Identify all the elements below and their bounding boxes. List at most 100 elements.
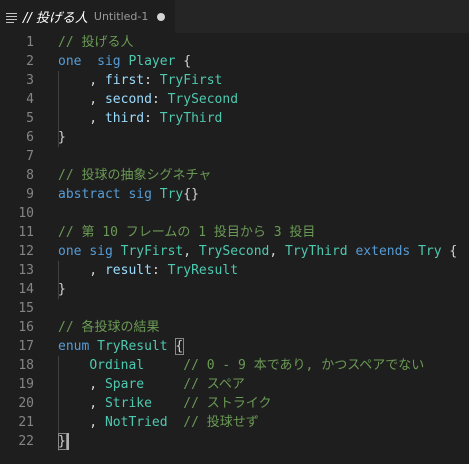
code-token: // 第 10 フレームの 1 投目から 3 投目: [58, 225, 316, 240]
code-token: ,: [58, 396, 105, 411]
indent-guide: [58, 261, 59, 299]
code-token: ,: [58, 73, 105, 88]
code-line[interactable]: 15: [0, 299, 469, 318]
code-text: // 投球の抽象シグネチャ: [58, 166, 211, 185]
code-line[interactable]: 5 , third: TryThird: [0, 109, 469, 128]
code-text: abstract sig Try{}: [58, 185, 199, 204]
code-token: extends: [355, 244, 411, 259]
line-number: 21: [18, 415, 34, 430]
code-token: {: [175, 54, 192, 69]
code-line[interactable]: 10: [0, 204, 469, 223]
code-line[interactable]: 17 enum TryResult {: [0, 337, 469, 356]
code-token: }: [58, 282, 66, 297]
unsaved-dot-icon[interactable]: [157, 12, 166, 21]
code-text: }: [58, 128, 66, 147]
code-line[interactable]: 13 , result: TryResult: [0, 261, 469, 280]
line-number: 20: [18, 396, 34, 411]
code-token: Ordinal: [89, 358, 145, 373]
line-number: 16: [18, 320, 34, 335]
editor-tab[interactable]: // 投げる人 Untitled-1: [0, 0, 175, 33]
line-number: 14: [18, 282, 34, 297]
code-token: TryFirst: [120, 244, 184, 259]
line-number: 11: [18, 225, 34, 240]
code-token: Spare: [104, 377, 145, 392]
line-number: 15: [18, 301, 34, 316]
code-text: , NotTried // 投球せず: [58, 413, 258, 432]
line-number: 12: [18, 244, 34, 259]
code-text: , result: TryResult: [58, 261, 238, 280]
code-token: :: [151, 92, 168, 107]
code-text: Ordinal // 0 - 9 本であり, かつスペアでない: [58, 356, 424, 375]
line-number: 3: [26, 73, 34, 88]
code-token: ,: [58, 377, 105, 392]
code-token: one: [58, 54, 82, 69]
code-line[interactable]: 1 // 投げる人: [0, 33, 469, 52]
code-token: Try: [418, 244, 442, 259]
code-line[interactable]: 14}: [0, 280, 469, 299]
code-line[interactable]: 3 , first: TryFirst: [0, 71, 469, 90]
code-token: // 投げる人: [58, 35, 134, 50]
code-text: }: [58, 280, 66, 299]
code-line[interactable]: 9 abstract sig Try{}: [0, 185, 469, 204]
code-token: ,: [58, 92, 105, 107]
code-text: one sig TryFirst, TrySecond, TryThird ex…: [58, 242, 457, 261]
code-token: ,: [269, 244, 286, 259]
code-editor[interactable]: 1// 投げる人 2 one sig Player {3 , first: TryF…: [0, 33, 469, 464]
code-token: TryResult: [97, 339, 168, 354]
code-line[interactable]: 18 Ordinal // 0 - 9 本であり, かつスペアでない: [0, 356, 469, 375]
code-line[interactable]: 20 , Strike // ストライク: [0, 394, 469, 413]
line-number: 5: [26, 111, 34, 126]
code-line[interactable]: 19 , Spare // スペア: [0, 375, 469, 394]
code-line[interactable]: 11 // 第 10 フレームの 1 投目から 3 投目: [0, 223, 469, 242]
code-token: :: [144, 111, 160, 126]
code-token: Strike: [104, 396, 152, 411]
tab-filename: Untitled-1: [93, 10, 149, 23]
code-token: ,: [58, 415, 105, 430]
code-line[interactable]: 8 // 投球の抽象シグネチャ: [0, 166, 469, 185]
code-token: TryThird: [285, 244, 348, 259]
code-text: , Strike // ストライク: [58, 394, 271, 413]
code-token: {}: [183, 187, 199, 202]
code-line[interactable]: 22}: [0, 432, 469, 451]
line-number: 19: [18, 377, 34, 392]
code-line[interactable]: 16 // 各投球の結果: [0, 318, 469, 337]
line-number: 6: [26, 130, 34, 145]
code-line[interactable]: 6}: [0, 128, 469, 147]
code-line[interactable]: 7: [0, 147, 469, 166]
code-token: enum: [58, 339, 90, 354]
code-text: , Spare // スペア: [58, 375, 245, 394]
code-token: }: [58, 130, 66, 145]
code-line[interactable]: 4 , second: TrySecond: [0, 90, 469, 109]
line-number: 17: [18, 339, 34, 354]
code-text: , first: TryFirst: [58, 71, 222, 90]
code-token: // 投球の抽象シグネチャ: [58, 168, 212, 183]
code-token: Player: [128, 54, 176, 69]
text-cursor: [66, 433, 69, 450]
code-token: TrySecond: [167, 92, 239, 107]
code-token: result: [104, 263, 152, 278]
line-number: 10: [18, 206, 34, 221]
bracket-match-highlight: [58, 433, 67, 450]
code-token: first: [104, 73, 145, 88]
code-line[interactable]: 2 one sig Player {: [0, 52, 469, 71]
code-token: // 0 - 9 本であり, かつスペアでない: [183, 358, 425, 373]
code-token: TryThird: [159, 111, 223, 126]
code-token: ,: [183, 244, 199, 259]
code-token: // ストライク: [183, 396, 272, 411]
code-text: enum TryResult {: [58, 337, 183, 356]
code-token: ,: [58, 111, 105, 126]
code-line[interactable]: 12 one sig TryFirst, TrySecond, TryThird …: [0, 242, 469, 261]
line-number: 1: [26, 35, 34, 50]
code-token: sig: [128, 187, 152, 202]
code-line[interactable]: 21 , NotTried // 投球せず: [0, 413, 469, 432]
tab-title: // 投げる人: [23, 11, 88, 26]
indent-guide: [58, 71, 59, 147]
bracket-match-highlight: [175, 338, 184, 355]
tab-bar: // 投げる人 Untitled-1: [0, 0, 469, 33]
code-token: {: [441, 244, 458, 259]
code-token: // スペア: [183, 377, 245, 392]
